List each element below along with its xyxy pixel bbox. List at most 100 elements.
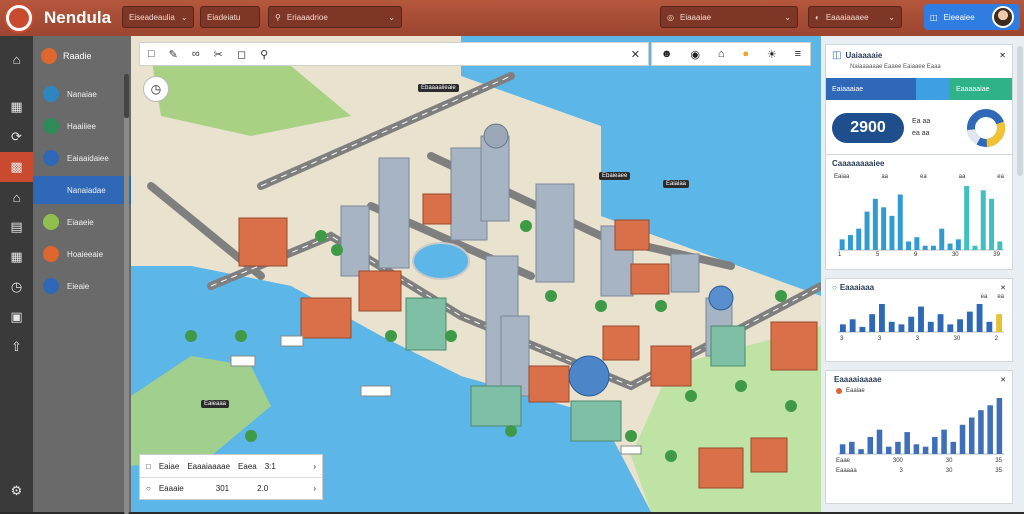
- sun-icon[interactable]: ●: [742, 48, 749, 60]
- chart-bar: [856, 228, 862, 250]
- list-icon[interactable]: ▤: [0, 212, 33, 242]
- right-panel: ◫ Uaiaaaaie ✕ Naiaaaaaae Eaaee Eaiaaee E…: [821, 36, 1024, 512]
- legend-label: Eaiaa: [834, 174, 850, 180]
- table-icon[interactable]: ▦: [0, 242, 33, 272]
- card-title: Caaaaaaaaiee: [832, 159, 885, 168]
- sidebar: Raadie Nanaiae Haaiiiee Eaiaaidaiee Nanaiad…: [33, 36, 131, 514]
- chevron-right-icon[interactable]: ›: [313, 484, 316, 493]
- close-icon[interactable]: ✕: [1000, 284, 1006, 292]
- city-map[interactable]: [131, 36, 821, 512]
- avatar[interactable]: [992, 6, 1014, 28]
- checkbox-icon[interactable]: □: [146, 462, 151, 471]
- table-row[interactable]: Eaae 300 30 35: [826, 456, 1012, 466]
- close-icon[interactable]: ✕: [999, 51, 1006, 60]
- sidebar-item[interactable]: Nanaiadae: [33, 176, 131, 204]
- panel-scrollbar[interactable]: [1017, 46, 1023, 176]
- user-icon[interactable]: ☻: [661, 48, 673, 60]
- map-toolbar: □ ✎ ∞ ✂ ◻ ⚲ ✕: [139, 42, 649, 66]
- sidebar-item[interactable]: Haaiiiee: [33, 112, 131, 140]
- x-tick-label: 3: [915, 336, 919, 342]
- view-dropdown[interactable]: ◐ Eaaaiaaaee ⌄: [808, 6, 902, 28]
- chart-bar: [888, 321, 895, 332]
- sidebar-header-label: Raadie: [63, 51, 92, 61]
- sidebar-scrollbar[interactable]: [124, 74, 129, 514]
- compass-icon[interactable]: ◷: [143, 76, 169, 102]
- category-chart-card: Caaaaaaaaiee Eaiaa aa ea aa ea 1 5 9 30 39: [825, 154, 1013, 270]
- info-cell: 3:1: [264, 461, 276, 471]
- settings-icon[interactable]: ⚙: [0, 476, 33, 506]
- card-title: Uaiaaaaie: [845, 51, 883, 60]
- account-button[interactable]: ◫ Eieeaiee: [924, 4, 1020, 30]
- filter-dropdown[interactable]: Eiseadeaulia ⌄: [122, 6, 194, 28]
- city-icon[interactable]: ▩: [0, 152, 33, 182]
- info-row[interactable]: □ Eaiae Eaaaiaaaae Eaea 3:1 ›: [140, 455, 322, 477]
- share-icon[interactable]: ⇧: [0, 332, 33, 362]
- app-logo-icon[interactable]: [4, 3, 34, 33]
- draw-icon[interactable]: ✎: [169, 48, 178, 61]
- map-view[interactable]: □ ✎ ∞ ✂ ◻ ⚲ ✕ ☻ ◉ ⌂ ● ☀ ≡ ◷ Ebaaaaiieaie…: [131, 36, 821, 512]
- map-info-card[interactable]: □ Eaiae Eaaaiaaaae Eaea 3:1 › ○ Eaaaie 3…: [139, 454, 323, 500]
- kpi-subtext: Ea aa: [912, 118, 931, 125]
- chart-bar: [849, 441, 855, 454]
- close-icon[interactable]: ✕: [1000, 376, 1006, 384]
- chart-bar: [864, 211, 870, 250]
- chart-bar: [918, 306, 924, 332]
- sidebar-item[interactable]: Nanaiae: [33, 80, 131, 108]
- search-input[interactable]: ⚲ Eriaaadrioe ⌄: [268, 6, 402, 28]
- pin-icon[interactable]: ⚲: [260, 48, 268, 61]
- chart-bar: [897, 194, 903, 250]
- region-dropdown-label: Eiaaaiae: [679, 12, 712, 22]
- clock-icon[interactable]: ◷: [0, 272, 33, 302]
- refresh-icon[interactable]: ⟳: [0, 122, 33, 152]
- home-icon[interactable]: ⌂: [718, 48, 725, 60]
- chevron-down-icon: ⌄: [784, 12, 791, 22]
- measure-icon[interactable]: ∞: [192, 48, 200, 60]
- info-cell: 301: [215, 484, 230, 493]
- chart-legend: ea ea: [826, 292, 1012, 300]
- pin-icon: [41, 48, 57, 64]
- tab-spacer[interactable]: [916, 78, 950, 100]
- house-icon[interactable]: ⌂: [0, 182, 33, 212]
- brightness-icon[interactable]: ☀: [767, 48, 777, 61]
- info-cell: Eaaaie: [158, 484, 184, 493]
- region-dropdown[interactable]: ◎ Eiaaaiae ⌄: [660, 6, 798, 28]
- sidebar-item-icon: [43, 182, 59, 198]
- sidebar-item[interactable]: Eiaaeie: [33, 208, 131, 236]
- kpi-subtext: ea aa: [912, 130, 930, 137]
- tune-icon[interactable]: ≡: [795, 48, 801, 60]
- chart-bar: [927, 321, 934, 332]
- chart-bar: [849, 319, 856, 332]
- home-icon[interactable]: ⌂: [0, 44, 33, 74]
- chart-bar: [906, 241, 912, 250]
- chevron-right-icon[interactable]: ›: [313, 462, 316, 471]
- globe-icon: ◐: [815, 12, 820, 22]
- sidebar-item[interactable]: Hoaieeaie: [33, 240, 131, 268]
- chart-icon[interactable]: ▣: [0, 302, 33, 332]
- sidebar-item-label: Haaiiiee: [67, 121, 96, 131]
- chart-bar: [889, 215, 895, 250]
- x-tick-label: 30: [951, 252, 959, 258]
- layers-icon[interactable]: ◻: [237, 48, 246, 61]
- close-icon[interactable]: ✕: [631, 48, 640, 61]
- comparison-bar-chart: [838, 304, 1004, 333]
- sidebar-item[interactable]: Eieaie: [33, 272, 131, 300]
- chart-bar: [847, 235, 853, 250]
- chart-bar: [932, 436, 938, 454]
- select-icon[interactable]: □: [148, 48, 155, 60]
- info-row[interactable]: ○ Eaaaie 301 2.0 ›: [140, 477, 322, 499]
- x-tick-label: 30: [953, 336, 961, 342]
- layer-dropdown[interactable]: Eiadeiatu: [200, 6, 260, 28]
- cut-icon[interactable]: ✂: [214, 48, 223, 61]
- chart-bar: [947, 324, 954, 332]
- map-label: Eaieaaa: [201, 400, 230, 408]
- sidebar-item-icon: [43, 86, 59, 102]
- table-row[interactable]: Eaaaaa 3 30 35: [826, 466, 1012, 476]
- camera-icon[interactable]: ◉: [690, 48, 700, 61]
- tab-overview[interactable]: Eaiaaaiae: [826, 78, 916, 100]
- tab-details[interactable]: Eaaaaaiae: [950, 78, 1012, 100]
- sidebar-item[interactable]: Eaiaaidaiee: [33, 144, 131, 172]
- radio-icon[interactable]: ○: [146, 484, 151, 493]
- chart-bar: [996, 314, 1003, 332]
- building-icon[interactable]: ▦: [0, 92, 33, 122]
- legend-label: aa: [881, 174, 889, 180]
